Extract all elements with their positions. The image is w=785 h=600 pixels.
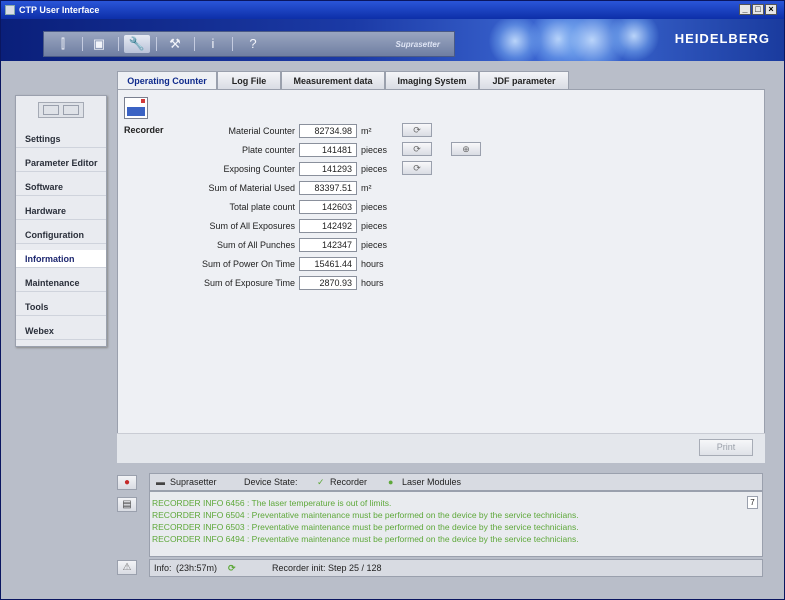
maximize-icon[interactable]: □ xyxy=(752,4,764,15)
recorder-icon xyxy=(124,97,148,119)
counter-value: 82734.98 xyxy=(299,124,357,138)
counter-value: 15461.44 xyxy=(299,257,357,271)
message-filter-icon[interactable]: ▤ xyxy=(117,497,137,512)
tab-jdf-parameter[interactable]: JDF parameter xyxy=(479,71,569,89)
counter-label: Sum of All Punches xyxy=(216,240,295,250)
panel-right-icon xyxy=(63,105,79,115)
counter-value: 142347 xyxy=(299,238,357,252)
counter-unit: pieces xyxy=(361,145,388,155)
settings-icon: ⊕ xyxy=(462,144,470,154)
counter-label: Sum of All Exposures xyxy=(209,221,295,231)
list-item[interactable]: RECORDER INFO 6456 : The laser temperatu… xyxy=(152,498,391,508)
refresh-icon: ⟳ xyxy=(228,563,236,573)
counter-unit: m² xyxy=(361,126,372,136)
main-toolbar: ⫿ ▣ 🔧 ⚒ i ? Suprasetter xyxy=(43,31,455,57)
counter-unit: m² xyxy=(361,183,372,193)
counter-label: Plate counter xyxy=(241,145,295,155)
info-time: (23h:57m) xyxy=(176,563,218,573)
sidebar-item-maintenance[interactable]: Maintenance xyxy=(16,274,106,292)
heidelberg-logo: HEIDELBERG xyxy=(674,31,770,46)
sidebar-item-parameter-editor[interactable]: Parameter Editor xyxy=(16,154,106,172)
device-name: Suprasetter xyxy=(170,477,217,487)
counter-label: Sum of Exposure Time xyxy=(203,278,295,288)
chart-icon[interactable]: ⫿ xyxy=(50,35,76,53)
sidebar: Settings Parameter Editor Software Hardw… xyxy=(15,95,107,347)
panel-left-icon xyxy=(43,105,59,115)
print-button[interactable]: Print xyxy=(699,439,753,456)
close-icon[interactable]: × xyxy=(765,4,777,15)
sidebar-item-configuration[interactable]: Configuration xyxy=(16,226,106,244)
panel-footer xyxy=(117,433,765,463)
counter-unit: pieces xyxy=(361,164,388,174)
reset-exposing-counter-button[interactable]: ⟳ xyxy=(402,161,432,175)
counter-unit: hours xyxy=(361,278,384,288)
tab-operating-counter[interactable]: Operating Counter xyxy=(117,71,217,90)
counter-label: Sum of Power On Time xyxy=(201,259,295,269)
tab-imaging-system[interactable]: Imaging System xyxy=(385,71,479,89)
counter-value: 2870.93 xyxy=(299,276,357,290)
sidebar-item-settings[interactable]: Settings xyxy=(16,130,106,148)
reset-material-counter-button[interactable]: ⟳ xyxy=(402,123,432,137)
counter-unit: pieces xyxy=(361,202,388,212)
counter-value: 142492 xyxy=(299,219,357,233)
wrench-icon[interactable]: 🔧 xyxy=(124,35,150,53)
list-item[interactable]: RECORDER INFO 6494 : Preventative mainte… xyxy=(152,534,579,544)
reset-icon: ⟳ xyxy=(413,144,421,154)
recorder-init-step: Recorder init: Step 25 / 128 xyxy=(272,563,382,573)
reset-plate-counter-button[interactable]: ⟳ xyxy=(402,142,432,156)
info-label: Info: xyxy=(154,563,172,573)
device-icon[interactable]: ▣ xyxy=(86,35,112,53)
list-item[interactable]: RECORDER INFO 6504 : Preventative mainte… xyxy=(152,510,579,520)
counter-label: Sum of Material Used xyxy=(208,183,295,193)
list-item[interactable]: RECORDER INFO 6503 : Preventative mainte… xyxy=(152,522,579,532)
device-icon: ▬ xyxy=(156,477,165,487)
minimize-icon[interactable]: _ xyxy=(739,4,751,15)
recorder-status-icon: ✓ xyxy=(317,477,325,487)
main-window: CTP User Interface _ □ × HEIDELBERG ⫿ ▣ … xyxy=(0,0,785,600)
counter-value: 141293 xyxy=(299,162,357,176)
counter-label: Material Counter xyxy=(228,126,295,136)
alert-icon[interactable]: ● xyxy=(117,475,137,490)
counter-value: 83397.51 xyxy=(299,181,357,195)
plate-counter-settings-button[interactable]: ⊕ xyxy=(451,142,481,156)
counter-value: 142603 xyxy=(299,200,357,214)
tab-log-file[interactable]: Log File xyxy=(217,71,281,89)
counter-unit: pieces xyxy=(361,221,388,231)
tools-icon[interactable]: ⚒ xyxy=(162,35,188,53)
warning-icon[interactable]: ⚠ xyxy=(117,560,137,575)
message-list[interactable]: RECORDER INFO 6456 : The laser temperatu… xyxy=(149,491,763,557)
app-icon xyxy=(5,5,15,15)
reset-icon: ⟳ xyxy=(413,163,421,173)
title-bar[interactable]: CTP User Interface _ □ × xyxy=(1,1,784,19)
device-status-bar: ▬ Suprasetter Device State: ✓ Recorder ●… xyxy=(149,473,763,491)
info-bar: Info: (23h:57m) ⟳ Recorder init: Step 25… xyxy=(149,559,763,577)
help-icon[interactable]: ? xyxy=(240,35,266,53)
product-name: Suprasetter xyxy=(395,40,440,49)
sidebar-item-tools[interactable]: Tools xyxy=(16,298,106,316)
counter-unit: pieces xyxy=(361,240,388,250)
counter-label: Total plate count xyxy=(229,202,295,212)
recorder-status-label: Recorder xyxy=(330,477,368,487)
tab-measurement-data[interactable]: Measurement data xyxy=(281,71,385,89)
sidebar-item-hardware[interactable]: Hardware xyxy=(16,202,106,220)
sidebar-item-software[interactable]: Software xyxy=(16,178,106,196)
window-title: CTP User Interface xyxy=(19,5,100,15)
info-icon[interactable]: i xyxy=(200,35,226,53)
message-count-badge: 7 xyxy=(747,496,758,509)
sidebar-collapse-button[interactable] xyxy=(38,102,84,118)
sidebar-item-information[interactable]: Information xyxy=(16,250,106,268)
laser-status-icon: ● xyxy=(388,477,394,487)
sidebar-item-webex[interactable]: Webex xyxy=(16,322,106,340)
laser-status-label: Laser Modules xyxy=(402,477,462,487)
device-state-label: Device State: xyxy=(244,477,298,487)
counter-value: 141481 xyxy=(299,143,357,157)
counter-label: Exposing Counter xyxy=(223,164,295,174)
reset-icon: ⟳ xyxy=(413,125,421,135)
counter-unit: hours xyxy=(361,259,384,269)
